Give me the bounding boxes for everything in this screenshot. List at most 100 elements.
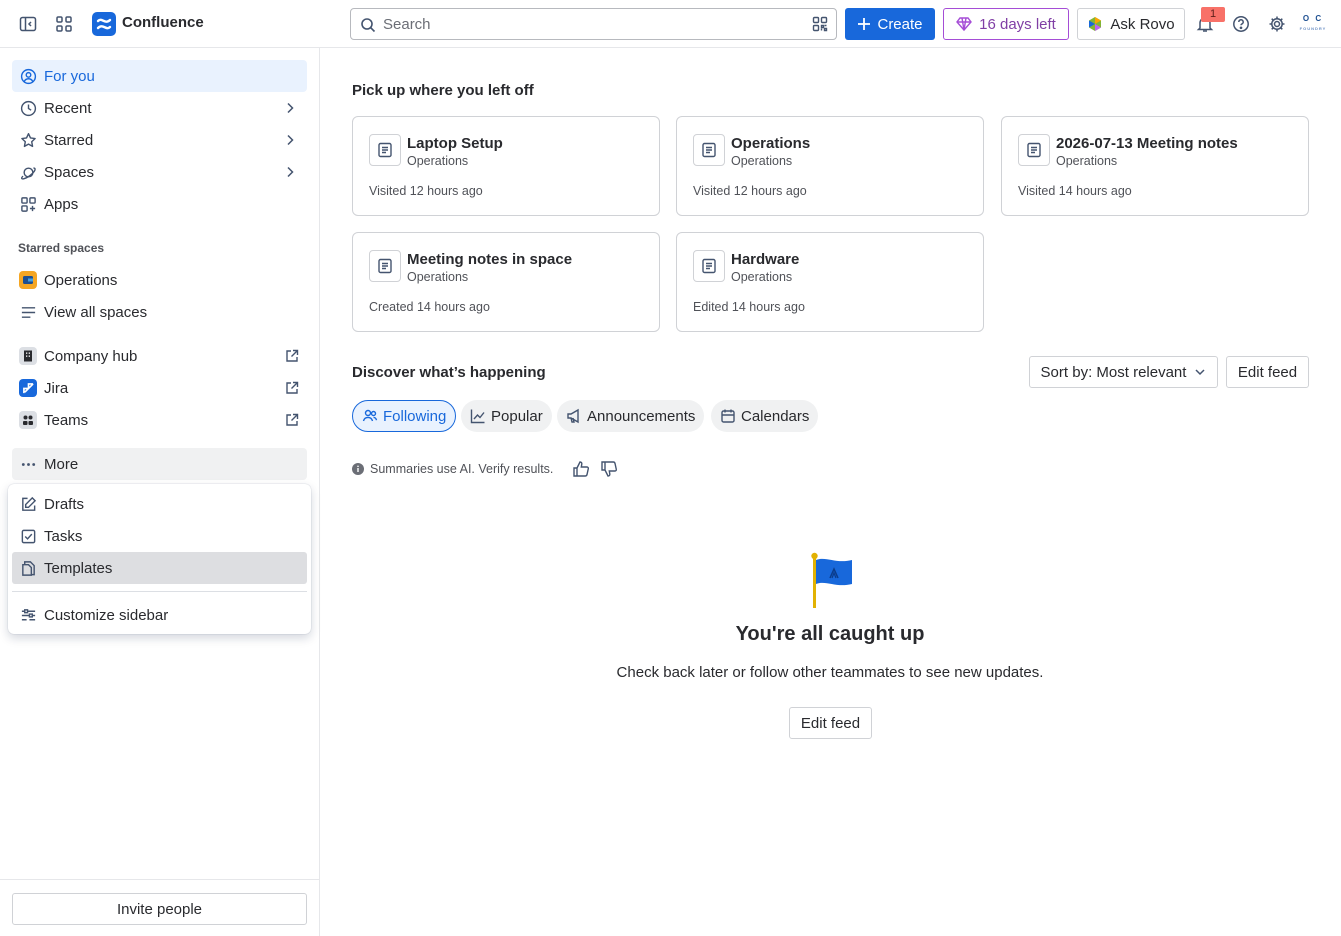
menu-item-tasks[interactable]: Tasks [12,520,307,552]
chip-label: Calendars [741,407,810,425]
sort-dropdown[interactable]: Sort by: Most relevant [1029,356,1218,388]
search-box[interactable] [350,8,837,40]
card-space: Operations [731,154,793,168]
tab-following[interactable]: Following [352,400,457,432]
app-name[interactable]: Confluence [122,14,204,31]
people-icon [362,408,378,424]
menu-item-customize-sidebar[interactable]: Customize sidebar [12,599,307,631]
sidebar-item-teams[interactable]: Teams [12,404,307,436]
settings-gear-icon[interactable] [1265,12,1289,36]
card-title: Hardware [731,251,800,268]
sidebar-item-label: Apps [44,195,79,213]
sidebar-item-for-you[interactable]: For you [12,60,307,92]
recent-page-card[interactable]: Operations Operations Visited 12 hours a… [676,116,984,216]
card-meta: Visited 14 hours ago [1018,184,1132,198]
top-navigation-bar: Confluence Create 16 days left Ask Rovo … [0,0,1341,48]
card-meta: Visited 12 hours ago [369,184,483,198]
tab-popular[interactable]: Popular [461,400,552,432]
menu-item-label: Tasks [44,527,83,545]
qr-scan-icon[interactable] [812,16,828,32]
confluence-logo-icon[interactable] [92,12,116,36]
sidebar-item-starred[interactable]: Starred [12,124,307,156]
app-switcher-icon[interactable] [52,12,76,36]
card-space: Operations [731,270,793,284]
caught-up-flag-illustration [808,550,854,610]
recent-page-card[interactable]: Meeting notes in space Operations Create… [352,232,660,332]
ask-rovo-label: Ask Rovo [1110,15,1175,33]
star-icon [18,132,38,149]
sidebar-item-label: More [44,455,79,473]
sidebar-item-company-hub[interactable]: Company hub [12,340,307,372]
help-icon[interactable] [1229,12,1253,36]
sidebar-item-recent[interactable]: Recent [12,92,307,124]
tab-calendars[interactable]: Calendars [711,400,819,432]
thumbs-up-icon[interactable] [572,460,590,478]
ai-note-text: Summaries use AI. Verify results. [370,462,554,476]
edit-icon [18,496,38,513]
menu-item-label: Templates [44,559,113,577]
sidebar-item-operations-space[interactable]: Operations [12,264,307,296]
external-link-icon[interactable] [285,349,299,363]
thumbs-down-icon[interactable] [600,460,618,478]
sidebar-item-jira[interactable]: Jira [12,372,307,404]
external-link-icon[interactable] [285,413,299,427]
avatar-text: O C [1302,14,1324,23]
menu-item-templates[interactable]: Templates [12,552,307,584]
ask-rovo-button[interactable]: Ask Rovo [1077,8,1185,40]
edit-feed-button[interactable]: Edit feed [1226,356,1309,388]
sidebar-item-label: Company hub [44,347,138,365]
empty-state-subtitle: Check back later or follow other teammat… [616,664,1044,681]
jira-icon [18,379,38,397]
page-icon [1018,134,1050,166]
invite-people-button[interactable]: Invite people [12,893,307,925]
menu-item-label: Customize sidebar [44,606,169,624]
building-icon [18,347,38,365]
card-title: Operations [731,135,811,152]
empty-state-edit-feed-button[interactable]: Edit feed [789,707,872,739]
recent-page-card[interactable]: Laptop Setup Operations Visited 12 hours… [352,116,660,216]
avatar-subtext: FOUNDRY [1299,26,1327,31]
sidebar-item-apps[interactable]: Apps [12,188,307,220]
card-title: Laptop Setup [407,135,503,152]
sidebar-item-more[interactable]: More [12,448,307,480]
user-avatar[interactable]: O C FOUNDRY [1299,14,1327,34]
card-meta: Created 14 hours ago [369,300,490,314]
starred-spaces-heading: Starred spaces [18,241,105,255]
chevron-right-icon[interactable] [283,133,297,147]
chevron-right-icon[interactable] [283,165,297,179]
recent-page-card[interactable]: Hardware Operations Edited 14 hours ago [676,232,984,332]
list-icon [18,304,38,321]
search-icon [360,17,376,33]
ai-summary-notice: Summaries use AI. Verify results. [352,462,553,476]
sidebar-item-label: View all spaces [44,303,148,321]
card-space: Operations [407,154,469,168]
chip-label: Popular [491,407,543,425]
more-dots-icon [18,456,38,473]
sidebar-item-label: Operations [44,271,118,289]
card-space: Operations [407,270,469,284]
page-icon [369,134,401,166]
sidebar-toggle-icon[interactable] [16,12,40,36]
page-icon [369,250,401,282]
external-link-icon[interactable] [285,381,299,395]
rovo-icon [1087,16,1103,32]
sidebar-item-spaces[interactable]: Spaces [12,156,307,188]
trial-days-left-button[interactable]: 16 days left [943,8,1069,40]
sidebar-item-label: Recent [44,99,92,117]
create-button[interactable]: Create [845,8,935,40]
chip-label: Following [383,407,447,425]
menu-divider [12,591,307,592]
sidebar-item-label: For you [44,67,95,85]
template-icon [18,560,38,577]
menu-item-drafts[interactable]: Drafts [12,488,307,520]
sidebar-item-label: Jira [44,379,69,397]
sidebar-item-label: Teams [44,411,89,429]
search-input[interactable] [383,9,803,39]
clock-icon [18,100,38,117]
sidebar-item-label: Starred [44,131,94,149]
sidebar-item-view-all-spaces[interactable]: View all spaces [12,296,307,328]
tab-announcements[interactable]: Announcements [557,400,705,432]
recent-page-card[interactable]: 2026-07-13 Meeting notes Operations Visi… [1001,116,1309,216]
chevron-right-icon[interactable] [283,101,297,115]
card-space: Operations [1056,154,1118,168]
